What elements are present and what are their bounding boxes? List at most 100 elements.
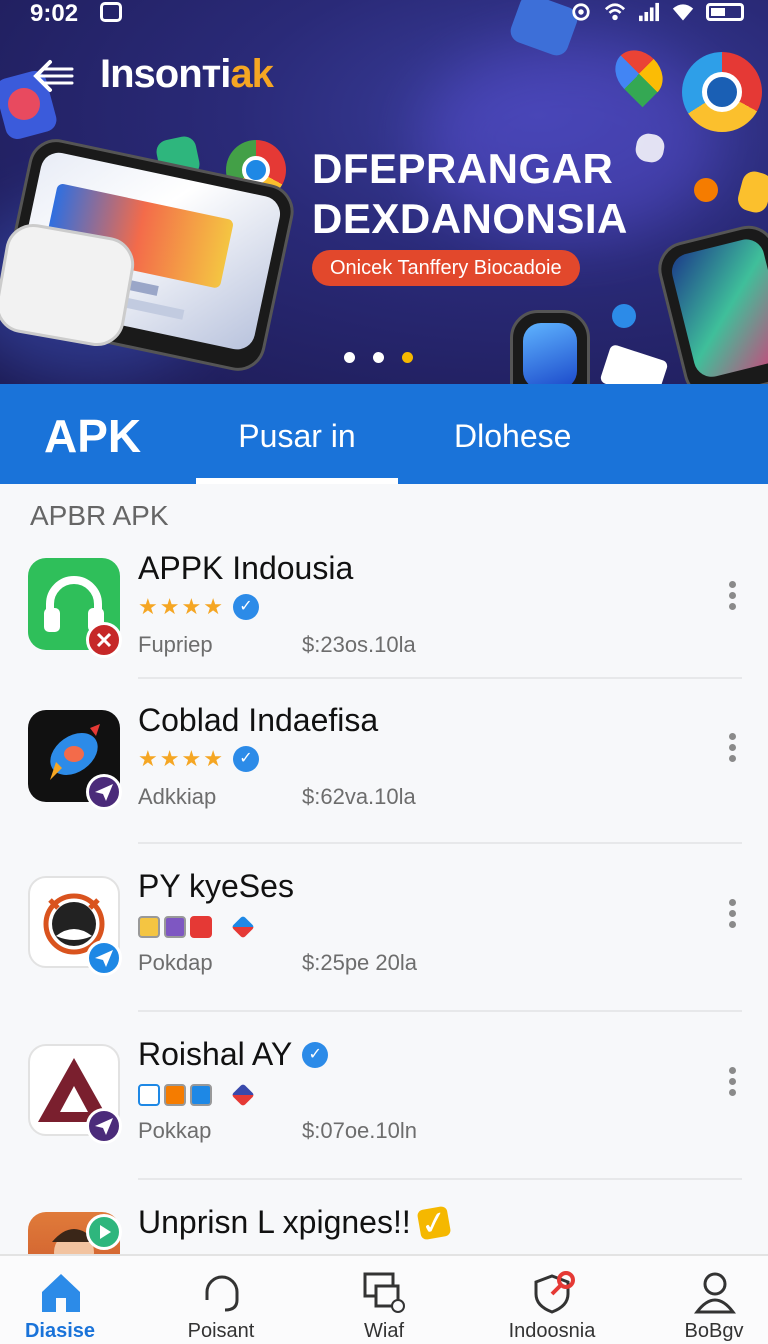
message-icon [100, 2, 122, 22]
banner-line-2: DEXDANONSIA [312, 195, 628, 242]
list-item[interactable]: Coblad Indaefisa ★ ★ ★ ★ ✓ Adkkiap $:62va.1… [0, 702, 768, 870]
section-label: APBR APK [30, 500, 169, 531]
divider [138, 1178, 742, 1180]
bottom-navigation: Diasise Poisant Wiaf Indoosnia BoBgv [0, 1254, 768, 1344]
tab-active-indicator [196, 478, 398, 484]
more-options-icon[interactable] [722, 578, 742, 618]
tab-apk[interactable]: APK [44, 384, 141, 484]
location-icon [572, 3, 590, 21]
app-name[interactable]: Unprisn L xpignes!! ✓ [138, 1204, 452, 1243]
brand-main-text: Insonтi [100, 52, 231, 96]
nav-poisant[interactable]: Poisant [161, 1256, 281, 1344]
publisher: Pokdap [138, 950, 213, 975]
star-icon: ★ [159, 594, 180, 619]
mini-app-icon [138, 1084, 160, 1106]
star-icon: ★ [181, 594, 202, 619]
hero-banner[interactable]: 9:02 Insonтiak DFEPRANGAR DEXDANONSIA On… [0, 0, 768, 384]
carousel-dot[interactable] [373, 352, 384, 363]
more-options-icon[interactable] [722, 896, 742, 936]
verified-icon: ✓ [232, 746, 259, 772]
verified-icon: ✓ [302, 1041, 329, 1068]
nav-wiaf[interactable]: Wiaf [324, 1256, 444, 1344]
carousel-indicator[interactable] [344, 352, 413, 363]
hero-phone-bottom [510, 310, 590, 384]
hero-card [599, 343, 669, 384]
cube-icon [231, 1083, 255, 1107]
status-bar: 9:02 [0, 0, 768, 30]
wifi-icon [672, 4, 694, 21]
list-item[interactable]: Unprisn L xpignes!! ✓ [0, 1204, 768, 1254]
publisher: Adkkiap [138, 784, 217, 809]
gold-check-icon: ✓ [416, 1204, 452, 1243]
status-time: 9:02 [30, 0, 79, 27]
rating-stars: ★ ★ ★ ★ ✓ [138, 594, 259, 620]
app-name[interactable]: Roishal AY ✓ [138, 1036, 329, 1073]
more-options-icon[interactable] [722, 1064, 742, 1104]
floating-app-icon [694, 178, 718, 202]
more-options-icon[interactable] [722, 730, 742, 770]
hero-phone-side [0, 219, 139, 351]
banner-headline: DFEPRANGAR DEXDANONSIA [312, 144, 628, 244]
mini-app-icon [190, 1084, 212, 1106]
battery-icon [706, 3, 744, 21]
home-icon [42, 1274, 80, 1312]
brand-logo[interactable]: Insonтiak [100, 52, 274, 97]
verified-icon: ✓ [232, 594, 259, 620]
tab-bar: APK Pusar in Dlohese [0, 384, 768, 484]
nav-bobgv[interactable]: BoBgv [654, 1256, 768, 1344]
app-name-text: Unprisn L xpignes!! [138, 1204, 411, 1240]
star-icon: ★ [203, 594, 223, 619]
devices-icon [363, 1272, 405, 1313]
carousel-dot-active[interactable] [402, 352, 413, 363]
blue-plane-badge [86, 940, 122, 976]
star-icon: ★ [181, 746, 202, 771]
list-item[interactable]: APPK Indousia ★ ★ ★ ★ ✓ Fupriep $:23os.10la [0, 550, 768, 718]
cube-icon [231, 915, 255, 939]
nav-label: Indoosnia [508, 1320, 596, 1342]
banner-line-1: DFEPRANGAR [312, 145, 614, 192]
mini-app-icon [138, 916, 160, 938]
star-icon: ★ [159, 746, 180, 771]
hotspot-icon [604, 3, 626, 21]
purple-plane-badge [86, 1108, 122, 1144]
tab-dlohese[interactable]: Dlohese [454, 384, 571, 484]
app-name[interactable]: PY kyeSes [138, 868, 294, 905]
divider [138, 677, 742, 679]
purple-plane-badge [86, 774, 122, 810]
nav-label: Poisant [187, 1320, 255, 1342]
tab-pusar-in[interactable]: Pusar in [196, 384, 398, 484]
signal-icon [639, 2, 659, 22]
floating-app-icon [735, 168, 768, 216]
check-icon [612, 304, 636, 328]
nav-label: Wiaf [364, 1320, 404, 1342]
banner-cta-pill[interactable]: Onicek Tanffery Biocadoie [312, 250, 580, 286]
mini-app-icon [164, 1084, 186, 1106]
back-arrow-icon[interactable] [30, 56, 76, 96]
app-name[interactable]: APPK Indousia [138, 550, 353, 587]
divider [138, 1010, 742, 1012]
brand-accent-text: ak [230, 52, 273, 96]
publisher: Pokkap [138, 1118, 212, 1143]
nav-indoosnia[interactable]: Indoosnia [492, 1256, 612, 1344]
file-size: $:25pe 20la [302, 950, 417, 975]
star-icon: ★ [203, 746, 223, 771]
nav-label: Diasise [24, 1320, 96, 1342]
publisher: Fupriep [138, 632, 213, 657]
file-size: $:62va.10la [302, 784, 416, 809]
carousel-dot[interactable] [344, 352, 355, 363]
app-name[interactable]: Coblad Indaefisa [138, 702, 378, 739]
platform-icons [138, 1083, 255, 1107]
app-name-text: Roishal AY [138, 1036, 293, 1072]
nav-home[interactable]: Diasise [0, 1256, 120, 1344]
play-icon [190, 916, 212, 938]
file-size: $:07oe.10ln [302, 1118, 417, 1143]
chrome-icon-center [702, 72, 742, 112]
mini-app-icon [164, 916, 186, 938]
file-size: $:23os.10la [302, 632, 416, 657]
hero-phone-right [652, 219, 768, 384]
star-icon: ★ [138, 594, 158, 619]
user-icon [693, 1272, 737, 1314]
green-play-badge [86, 1214, 122, 1250]
red-x-badge [86, 622, 122, 658]
rating-stars: ★ ★ ★ ★ ✓ [138, 746, 259, 772]
